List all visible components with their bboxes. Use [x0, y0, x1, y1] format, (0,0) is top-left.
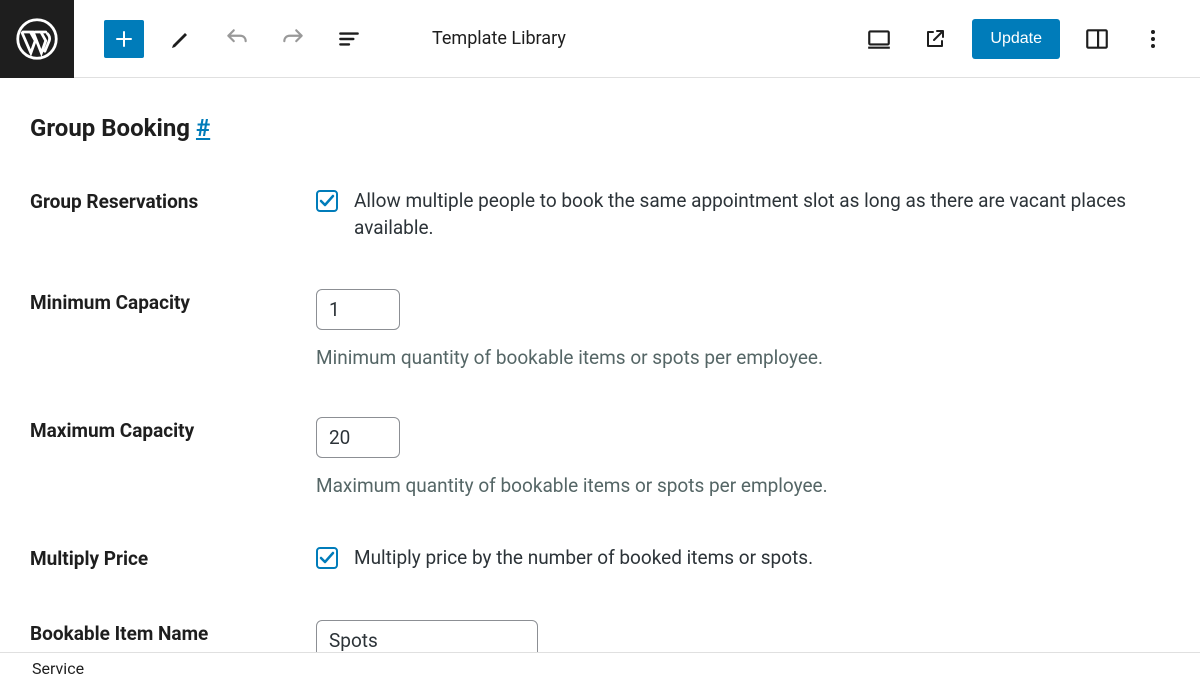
sidebar-icon	[1084, 26, 1110, 52]
max-capacity-row: Maximum Capacity Maximum quantity of boo…	[30, 417, 1170, 497]
wp-logo-button[interactable]	[0, 0, 74, 78]
multiply-price-row: Multiply Price Multiply price by the num…	[30, 545, 1170, 572]
max-capacity-help: Maximum quantity of bookable items or sp…	[316, 474, 1156, 497]
redo-icon	[280, 26, 306, 52]
min-capacity-input[interactable]	[316, 289, 400, 330]
check-icon	[319, 194, 335, 208]
view-tablet-button[interactable]	[860, 20, 898, 58]
redo-button[interactable]	[274, 20, 312, 58]
check-icon	[319, 551, 335, 565]
editor-content: Group Booking # Group Reservations Allow…	[0, 78, 1200, 652]
undo-icon	[224, 26, 250, 52]
external-link-icon	[923, 27, 947, 51]
desktop-icon	[866, 26, 892, 52]
group-reservations-row: Group Reservations Allow multiple people…	[30, 188, 1170, 241]
undo-button[interactable]	[218, 20, 256, 58]
group-reservations-label: Group Reservations	[30, 188, 316, 213]
toolbar-left-group: Template Library	[74, 20, 566, 58]
min-capacity-row: Minimum Capacity Minimum quantity of boo…	[30, 289, 1170, 369]
min-capacity-help: Minimum quantity of bookable items or sp…	[316, 346, 1156, 369]
max-capacity-input[interactable]	[316, 417, 400, 458]
multiply-price-label: Multiply Price	[30, 545, 316, 570]
plus-icon	[112, 27, 136, 51]
document-title: Template Library	[432, 28, 566, 49]
list-icon	[336, 26, 362, 52]
multiply-price-checkbox[interactable]	[316, 547, 338, 569]
more-vertical-icon	[1141, 27, 1165, 51]
breadcrumb-text[interactable]: Service	[32, 659, 84, 678]
options-button[interactable]	[1134, 20, 1172, 58]
page-heading: Group Booking #	[30, 114, 1170, 142]
toolbar-right-group: Update	[860, 19, 1200, 59]
group-reservations-description: Allow multiple people to book the same a…	[354, 188, 1156, 241]
bookable-item-name-input[interactable]	[316, 620, 538, 652]
add-block-button[interactable]	[104, 20, 144, 58]
heading-text: Group Booking	[30, 114, 190, 142]
breadcrumb-bar: Service	[0, 652, 1200, 684]
max-capacity-label: Maximum Capacity	[30, 417, 316, 442]
document-overview-button[interactable]	[330, 20, 368, 58]
multiply-price-description: Multiply price by the number of booked i…	[354, 545, 813, 572]
update-button[interactable]: Update	[972, 19, 1060, 59]
settings-sidebar-button[interactable]	[1078, 20, 1116, 58]
view-site-button[interactable]	[916, 20, 954, 58]
edit-button[interactable]	[162, 20, 200, 58]
bookable-item-name-label: Bookable Item Name	[30, 620, 316, 645]
wordpress-icon	[16, 18, 58, 60]
pencil-icon	[169, 27, 193, 51]
editor-toolbar: Template Library Update	[0, 0, 1200, 78]
bookable-item-name-row: Bookable Item Name Your custom name for …	[30, 620, 1170, 652]
heading-anchor-link[interactable]: #	[196, 114, 210, 142]
min-capacity-label: Minimum Capacity	[30, 289, 316, 314]
group-reservations-checkbox[interactable]	[316, 190, 338, 212]
